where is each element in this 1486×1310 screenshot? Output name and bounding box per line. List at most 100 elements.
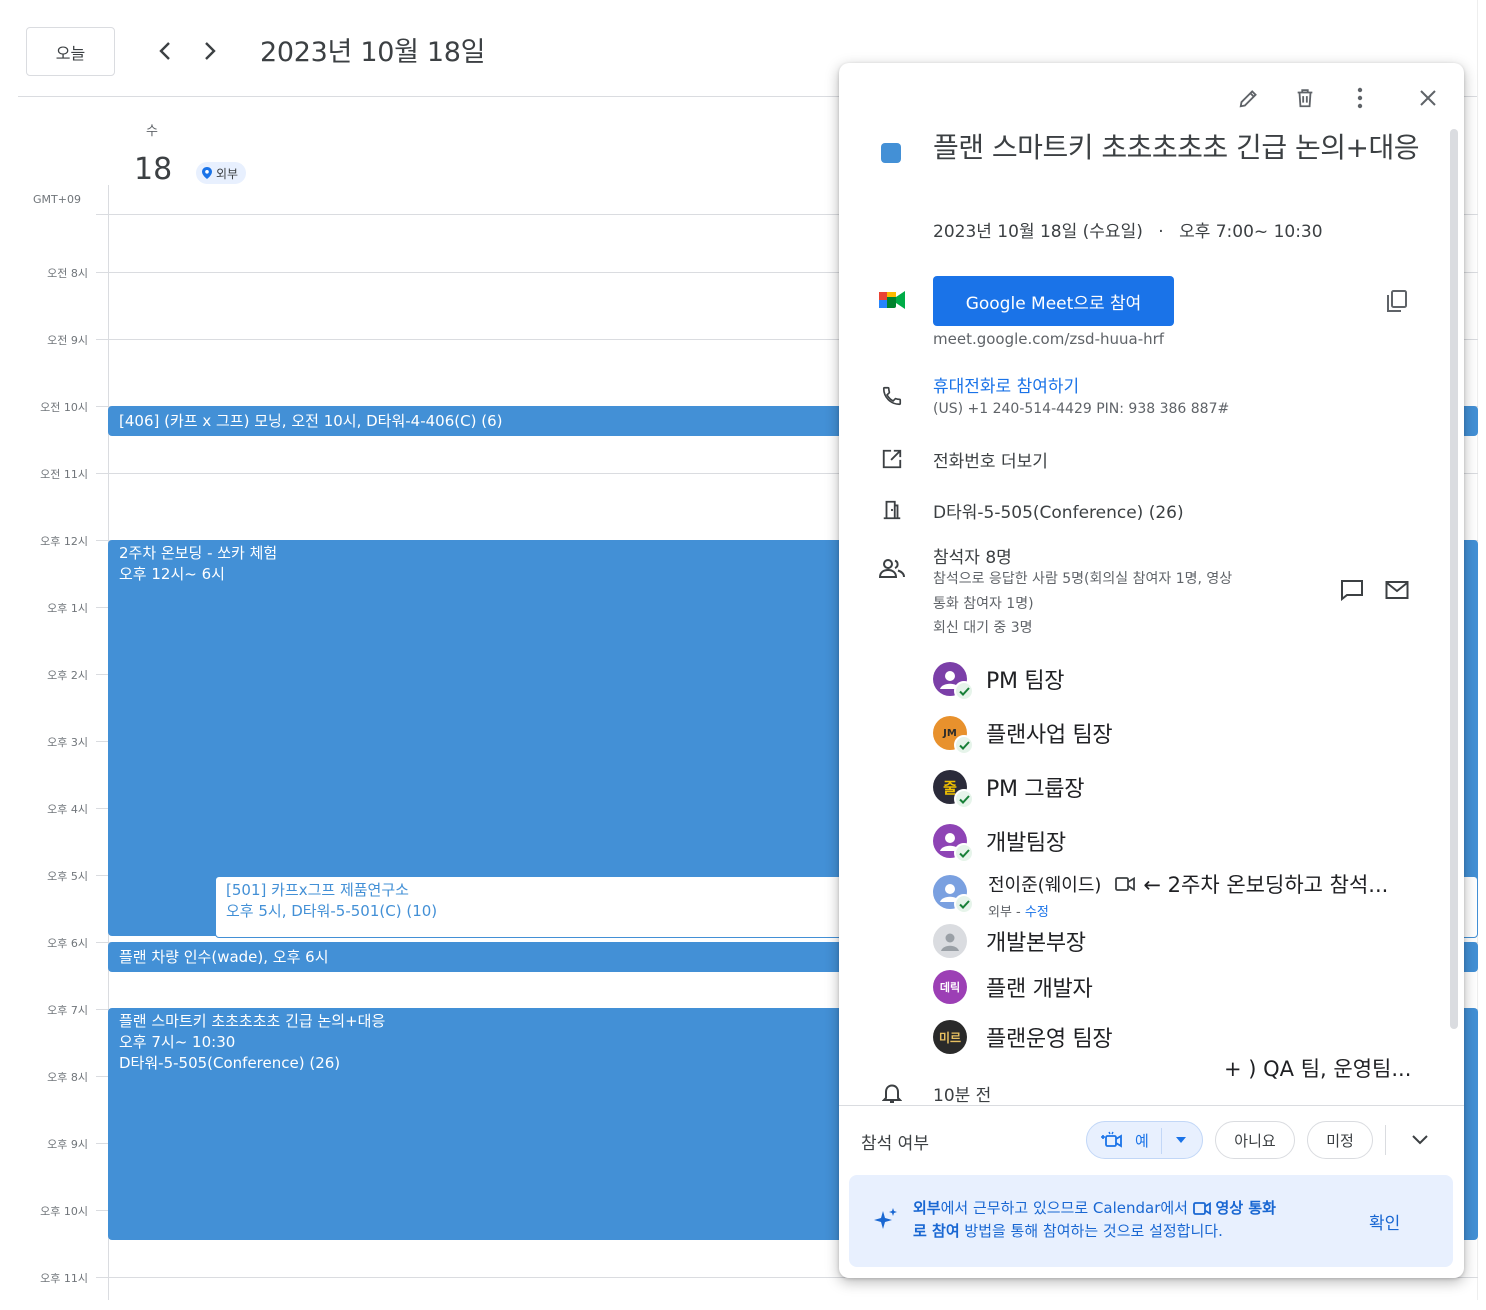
attendee-row[interactable]: 미르 플랜운영 팀장 xyxy=(933,1019,1113,1055)
chevron-left-icon[interactable] xyxy=(148,34,182,68)
popup-event-title: 플랜 스마트키 초초초초초 긴급 논의+대응 xyxy=(933,131,1419,164)
attendee-row[interactable]: 개발팀장 xyxy=(933,823,1066,863)
attendee-name: PM 그룹장 xyxy=(986,777,1085,802)
hour-label: 오후 4시 xyxy=(47,803,88,816)
join-with-video-icon xyxy=(1099,1131,1123,1149)
copy-icon[interactable] xyxy=(1382,286,1412,316)
event-label: 플랜 차량 인수(wade), 오후 6시 xyxy=(119,948,329,966)
event-color-swatch xyxy=(881,143,901,163)
guests-count: 참석자 8명 xyxy=(933,548,1012,568)
trash-icon[interactable] xyxy=(1290,83,1320,113)
avatar: JM xyxy=(933,716,974,755)
attendee-row[interactable]: JM 플랜사업 팀장 xyxy=(933,715,1113,755)
avatar xyxy=(933,662,974,701)
chat-icon[interactable] xyxy=(1337,575,1367,605)
expand-more-icon[interactable] xyxy=(1405,1125,1435,1155)
avatar: 줄 xyxy=(933,770,974,809)
attendee-name: 플랜사업 팀장 xyxy=(986,723,1113,748)
attendee-row[interactable]: 줄 PM 그룹장 xyxy=(933,769,1085,809)
door-icon xyxy=(877,495,907,525)
join-by-phone-link[interactable]: 휴대전화로 참여하기 xyxy=(933,372,1079,397)
hour-label: 오전 8시 xyxy=(47,267,88,280)
avatar-initials: JM xyxy=(943,727,957,739)
banner-text: 외부에서 근무하고 있으므로 Calendar에서 영상 통화 로 참여 방법을… xyxy=(913,1197,1333,1243)
hour-label: 오후 3시 xyxy=(47,736,88,749)
open-in-new-icon xyxy=(877,444,907,474)
accepted-check-icon xyxy=(954,735,974,755)
banner-text-part: 에서 근무하고 있으므로 Calendar에서 xyxy=(940,1199,1188,1217)
attendee-sub-label: 외부 - xyxy=(988,905,1025,920)
chevron-right-icon[interactable] xyxy=(193,34,227,68)
working-location-chip[interactable]: 외부 xyxy=(196,162,247,184)
pencil-icon[interactable] xyxy=(1234,83,1264,113)
event-time-range: 오후 7:00~ 10:30 xyxy=(1179,222,1323,242)
accepted-check-icon xyxy=(954,681,974,701)
join-google-meet-button[interactable]: Google Meet으로 참여 xyxy=(933,276,1174,326)
hour-label: 오후 1시 xyxy=(47,602,88,615)
event-detail-popup: 플랜 스마트키 초초초초초 긴급 논의+대응 2023년 10월 18일 (수요… xyxy=(839,63,1464,1278)
phone-detail: (US) +1 240-514-4429 PIN: 938 386 887# xyxy=(933,401,1230,417)
hour-label: 오후 5시 xyxy=(47,870,88,883)
sparkle-icon xyxy=(871,1207,899,1237)
hour-label: 오전 10시 xyxy=(40,401,88,414)
more-phone-numbers-link[interactable]: 전화번호 더보기 xyxy=(933,447,1048,472)
location-pin-icon xyxy=(202,167,212,179)
hour-label: 오후 6시 xyxy=(47,937,88,950)
avatar-initials: 미르 xyxy=(938,1030,962,1045)
email-icon[interactable] xyxy=(1382,575,1412,605)
hour-label: 오후 2시 xyxy=(47,669,88,682)
hour-label: 오후 9시 xyxy=(47,1138,88,1151)
attendee-row[interactable]: PM 팀장 xyxy=(933,661,1065,701)
more-attendees-note: + ) QA 팀, 운영팀... xyxy=(1224,1057,1412,1081)
attendee-row[interactable]: 개발본부장 xyxy=(933,923,1086,959)
attendee-name: 전이준(웨이드) xyxy=(988,875,1102,896)
meet-url: meet.google.com/zsd-huua-hrf xyxy=(933,330,1165,348)
attendee-note: ← 2주차 온보딩하고 참석... xyxy=(1143,873,1389,897)
banner-bold: 영상 통화 xyxy=(1215,1199,1276,1217)
attendee-name: 개발팀장 xyxy=(986,831,1066,856)
close-icon[interactable] xyxy=(1413,83,1443,113)
attendee-name: 플랜 개발자 xyxy=(986,977,1093,1002)
rsvp-yes-label: 예 xyxy=(1135,1131,1149,1150)
date-title: 2023년 10월 18일 xyxy=(260,37,486,68)
event-date: 2023년 10월 18일 (수요일) xyxy=(933,222,1143,242)
more-vert-icon[interactable] xyxy=(1345,83,1375,113)
video-camera-icon xyxy=(1192,1202,1211,1215)
today-button[interactable]: 오늘 xyxy=(26,27,115,76)
popup-scrollbar[interactable] xyxy=(1450,129,1458,1029)
avatar xyxy=(933,824,974,863)
attendee-name: 플랜운영 팀장 xyxy=(986,1027,1113,1052)
working-location-banner: 외부에서 근무하고 있으므로 Calendar에서 영상 통화 로 참여 방법을… xyxy=(849,1175,1453,1267)
hour-label: 오후 7시 xyxy=(47,1004,88,1017)
attendee-name: PM 팀장 xyxy=(986,669,1065,694)
avatar: 미르 xyxy=(933,1020,967,1054)
avatar-initials: 데릭 xyxy=(939,981,961,994)
hour-label: 오후 12시 xyxy=(40,535,88,548)
rsvp-label: 참석 여부 xyxy=(861,1134,929,1154)
hour-label: 오후 11시 xyxy=(40,1272,88,1285)
edit-location-link[interactable]: 수정 xyxy=(1025,905,1049,920)
room-name: D타워-5-505(Conference) (26) xyxy=(933,503,1184,523)
separator-dot: · xyxy=(1158,222,1164,242)
attendee-row[interactable]: 전이준(웨이드) ← 2주차 온보딩하고 참석... 외부 - 수정 xyxy=(933,869,1389,920)
rsvp-no-button[interactable]: 아니요 xyxy=(1215,1121,1295,1159)
guests-pending: 회신 대기 중 3명 xyxy=(933,620,1033,636)
avatar: 데릭 xyxy=(933,970,967,1004)
hour-label: 오전 11시 xyxy=(40,468,88,481)
attendee-row[interactable]: 데릭 플랜 개발자 xyxy=(933,969,1093,1005)
accepted-check-icon xyxy=(954,789,974,809)
caret-down-icon[interactable] xyxy=(1175,1136,1187,1144)
guests-summary-line-1: 참석으로 응답한 사람 5명(회의실 참여자 1명, 영상 xyxy=(933,571,1233,587)
rsvp-maybe-button[interactable]: 미정 xyxy=(1307,1121,1373,1159)
video-camera-icon xyxy=(1115,877,1136,891)
hour-label: 오후 10시 xyxy=(40,1205,88,1218)
avatar xyxy=(933,924,967,958)
accepted-check-icon xyxy=(954,843,974,863)
rsvp-yes-button[interactable]: 예 xyxy=(1086,1121,1203,1159)
banner-confirm-button[interactable]: 확인 xyxy=(1369,1209,1400,1234)
attendee-name: 개발본부장 xyxy=(986,931,1086,956)
event-label: [406] (카프 x 그프) 모닝, 오전 10시, D타워-4-406(C)… xyxy=(119,412,503,430)
day-number[interactable]: 18 xyxy=(134,152,172,187)
timezone-label: GMT+09 xyxy=(33,193,81,206)
banner-text-part: 방법을 통해 참여하는 것으로 설정합니다. xyxy=(959,1222,1223,1240)
